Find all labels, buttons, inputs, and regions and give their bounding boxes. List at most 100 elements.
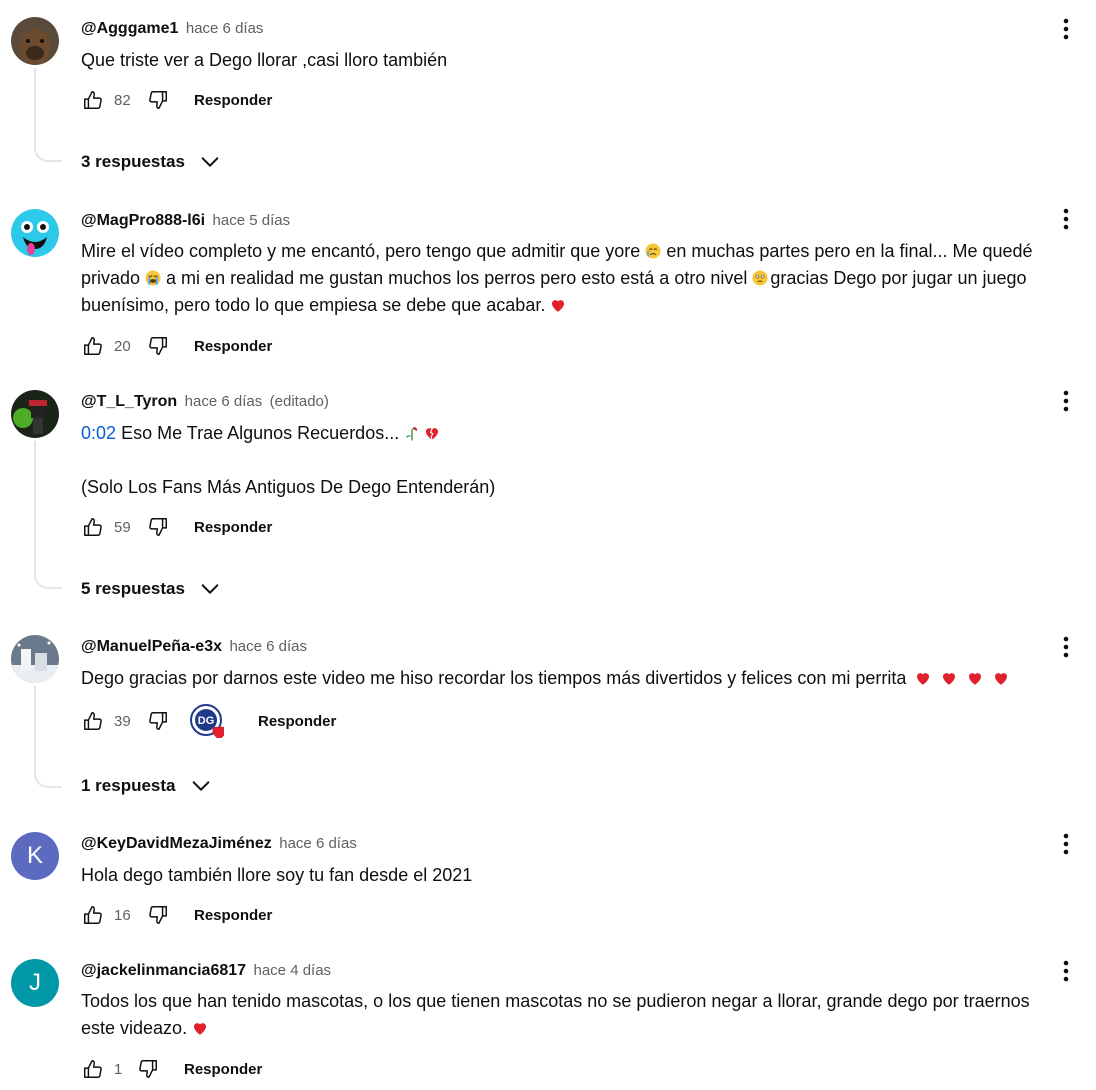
more-vert-icon bbox=[1054, 17, 1078, 41]
like-button[interactable] bbox=[81, 515, 105, 539]
text-span: en muchas partes pero en la final... Me … bbox=[666, 241, 1033, 261]
comment-line: este videazo. bbox=[81, 1015, 1086, 1042]
reply-button[interactable]: Responder bbox=[194, 907, 272, 924]
thumb-up-icon bbox=[82, 516, 104, 538]
author-name[interactable]: @Agggame1 bbox=[81, 20, 178, 37]
comment-time[interactable]: hace 6 días bbox=[229, 638, 307, 655]
broken-heart-icon bbox=[423, 424, 441, 442]
like-button[interactable] bbox=[81, 903, 105, 927]
comment-time[interactable]: hace 6 días bbox=[186, 20, 264, 37]
dislike-button[interactable] bbox=[136, 1057, 160, 1081]
thumb-up-icon bbox=[82, 1058, 104, 1080]
creator-heart-badge: DG bbox=[190, 704, 224, 738]
more-options-button[interactable] bbox=[1054, 17, 1078, 41]
text-span: privado bbox=[81, 268, 141, 288]
comment-text: Dego gracias por darnos este video me hi… bbox=[81, 665, 1086, 692]
avatar[interactable]: J bbox=[11, 959, 59, 1007]
text-span: Mire el vídeo completo y me encantó, per… bbox=[81, 241, 641, 261]
more-options-button[interactable] bbox=[1054, 959, 1078, 983]
thumb-up-icon bbox=[82, 904, 104, 926]
comment-actions: 82 Responder bbox=[81, 88, 272, 112]
like-button[interactable] bbox=[81, 709, 105, 733]
chevron-down-icon bbox=[190, 775, 212, 797]
comment-text: Hola dego también llore soy tu fan desde… bbox=[81, 865, 473, 885]
author-name[interactable]: @ManuelPeña-e3x bbox=[81, 638, 222, 655]
more-vert-icon bbox=[1054, 207, 1078, 231]
comment-line: privado a mi en realidad me gustan muchos… bbox=[81, 265, 1086, 292]
dislike-button[interactable] bbox=[146, 709, 170, 733]
comment-time[interactable]: hace 5 días bbox=[213, 212, 291, 229]
dislike-button[interactable] bbox=[146, 903, 170, 927]
more-options-button[interactable] bbox=[1054, 389, 1078, 413]
comment-actions: 1 Responder bbox=[81, 1057, 262, 1081]
view-replies-button[interactable]: 3 respuestas bbox=[81, 151, 221, 173]
timestamp-link[interactable]: 0:02 bbox=[81, 423, 116, 443]
comment-time[interactable]: hace 4 días bbox=[254, 962, 332, 979]
more-options-button[interactable] bbox=[1054, 635, 1078, 659]
author-name[interactable]: @MagPro888-l6i bbox=[81, 212, 205, 229]
view-replies-button[interactable]: 5 respuestas bbox=[81, 578, 221, 600]
comment-line: buenísimo, pero todo lo que empiesa se d… bbox=[81, 292, 1086, 319]
like-count: 82 bbox=[114, 91, 131, 109]
dislike-button[interactable] bbox=[146, 515, 170, 539]
like-count: 16 bbox=[114, 906, 131, 924]
more-options-button[interactable] bbox=[1054, 207, 1078, 231]
like-count: 59 bbox=[114, 518, 131, 536]
avatar[interactable] bbox=[11, 635, 59, 683]
author-name[interactable]: @jackelinmancia6817 bbox=[81, 962, 246, 979]
comment-text: Que triste ver a Dego llorar ,casi lloro… bbox=[81, 50, 448, 70]
reply-button[interactable]: Responder bbox=[194, 338, 272, 355]
wilted-flower-icon bbox=[403, 424, 421, 442]
edited-label: (editado) bbox=[269, 393, 329, 410]
heart-icon bbox=[940, 669, 958, 687]
text-span: gracias Dego por jugar un juego bbox=[770, 268, 1027, 288]
dislike-button[interactable] bbox=[146, 88, 170, 112]
author-name[interactable]: @KeyDavidMezaJiménez bbox=[81, 835, 272, 852]
like-button[interactable] bbox=[81, 1057, 105, 1081]
avatar-letter: J bbox=[11, 959, 59, 1007]
comment-header: @T_L_Tyron hace 6 días (editado) bbox=[81, 393, 329, 411]
sob-face-icon bbox=[144, 269, 162, 287]
comment-time[interactable]: hace 6 días bbox=[279, 835, 357, 852]
more-options-button[interactable] bbox=[1054, 832, 1078, 856]
thumb-up-icon bbox=[82, 89, 104, 111]
author-name[interactable]: @T_L_Tyron bbox=[81, 393, 177, 410]
more-vert-icon bbox=[1054, 832, 1078, 856]
reply-button[interactable]: Responder bbox=[194, 92, 272, 109]
thumb-down-icon bbox=[147, 904, 169, 926]
avatar[interactable] bbox=[11, 209, 59, 257]
more-vert-icon bbox=[1054, 959, 1078, 983]
chevron-down-icon bbox=[199, 151, 221, 173]
like-button[interactable] bbox=[81, 334, 105, 358]
comment-time[interactable]: hace 6 días bbox=[185, 393, 263, 410]
text-span: a mi en realidad me gustan muchos los pe… bbox=[166, 268, 748, 288]
thumb-up-icon bbox=[82, 710, 104, 732]
minecraft-avatar-icon bbox=[11, 390, 59, 438]
like-button[interactable] bbox=[81, 88, 105, 112]
comment-header: @Agggame1 hace 6 días bbox=[81, 20, 263, 38]
reply-button[interactable]: Responder bbox=[194, 519, 272, 536]
thread-line bbox=[34, 686, 62, 788]
comment-line: 0:02 Eso Me Trae Algunos Recuerdos... bbox=[81, 420, 1086, 447]
creator-badge-text: DG bbox=[198, 715, 215, 727]
view-replies-button[interactable]: 1 respuesta bbox=[81, 775, 212, 797]
thumb-down-icon bbox=[147, 89, 169, 111]
comment-actions: 20 Responder bbox=[81, 334, 272, 358]
avatar[interactable] bbox=[11, 17, 59, 65]
reply-button[interactable]: Responder bbox=[258, 713, 336, 730]
holding-tears-face-icon bbox=[751, 269, 769, 287]
dog-avatar-icon bbox=[11, 17, 59, 65]
comment-actions: 59 Responder bbox=[81, 515, 272, 539]
comment-header: @KeyDavidMezaJiménez hace 6 días bbox=[81, 835, 357, 853]
thumb-down-icon bbox=[147, 335, 169, 357]
comment-actions: 39 DG Responder bbox=[81, 704, 336, 733]
thumb-down-icon bbox=[147, 710, 169, 732]
thumb-up-icon bbox=[82, 335, 104, 357]
thumb-down-icon bbox=[137, 1058, 159, 1080]
replies-count-label: 1 respuesta bbox=[81, 776, 176, 795]
reply-button[interactable]: Responder bbox=[184, 1061, 262, 1078]
avatar[interactable] bbox=[11, 390, 59, 438]
dislike-button[interactable] bbox=[146, 334, 170, 358]
avatar[interactable]: K bbox=[11, 832, 59, 880]
like-count: 1 bbox=[114, 1060, 123, 1078]
